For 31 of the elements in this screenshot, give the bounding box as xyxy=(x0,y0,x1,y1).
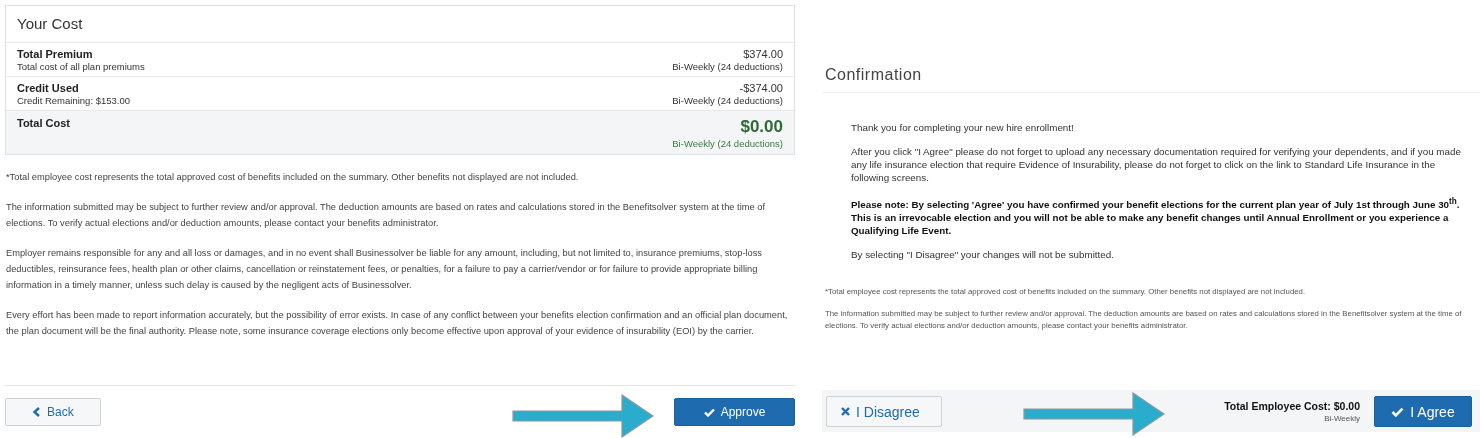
cost-description: Total cost of all plan premiums xyxy=(17,61,145,72)
cost-label: Total Cost xyxy=(17,117,70,129)
cost-frequency: Bi-Weekly xyxy=(1324,414,1360,423)
cost-description: Credit Remaining: $153.00 xyxy=(17,95,130,106)
cost-amount: -$374.00 xyxy=(739,82,783,94)
agree-button[interactable]: I Agree xyxy=(1374,396,1472,427)
cost-label: Credit Used xyxy=(17,82,80,94)
card-title: Your Cost xyxy=(6,6,794,43)
cost-label: Total Premium xyxy=(17,48,94,60)
confirmation-text: Thank you for completing your new hire enrollment! xyxy=(851,121,1075,134)
checkmark-icon xyxy=(1391,406,1405,417)
approve-button[interactable]: Approve xyxy=(674,398,795,426)
confirmation-text: After you click "I Agree" please do not forget to upload any necessary documentation required for verifying your dependents, and if you made any life insurance election that require Evidence of Insurability, please do not forget to click on the link to Standard Life Insurance in the following screens. xyxy=(851,145,1462,184)
cost-frequency: Bi-Weekly (24 deductions) xyxy=(672,95,783,106)
disclaimer-text: *Total employee cost represents the total approved cost of benefits included on the summary. Other benefits not displayed are not included. xyxy=(5,171,580,184)
total-amount: $0.00 xyxy=(740,117,783,137)
disagree-button[interactable]: I Disagree xyxy=(826,396,942,427)
close-icon xyxy=(841,407,850,416)
confirmation-text: By selecting "I Disagree" your changes will not be submitted. xyxy=(851,248,1115,262)
back-button[interactable]: Back xyxy=(5,398,101,426)
chevron-left-icon xyxy=(32,407,41,417)
cost-frequency: Bi-Weekly (24 deductions) xyxy=(672,138,783,149)
checkmark-icon xyxy=(703,407,715,417)
disclaimer-text: The information submitted may be subject to further review and/or approval. The deduction amounts are based on rates and calculations stored in the Benefitsolver system at the time of elections. To verify actual elections and/or deduction amounts, please contact your benefits administrator. xyxy=(5,201,766,230)
disclaimer-text: Employer remains responsible for any and all loss or damages, and in no event shall Businessolver be liable for any amount, including, but not limited to, insurance premiums, stop-loss deductibles, reinsurance fees, health plan or other claims, cancellation or reinstatement fees, or penalties, for a failure to pay a carrier/vendor or for failure to provide appropriate billing information in a timely manner, unless such delay is caused by the negligent acts of Businessolver. xyxy=(5,247,764,292)
cost-amount: $374.00 xyxy=(743,48,783,60)
cost-frequency: Bi-Weekly (24 deductions) xyxy=(672,61,783,72)
disclaimer-text: Every effort has been made to report information accurately, but the possibility of error exists. In case of any conflict between your benefits election confirmation and an official plan document, the plan document will be the final authority. Please note, some insurance coverage elections only become effective upon approval of your evidence of insurability (EOI) by the carrier. xyxy=(5,309,789,338)
total-employee-cost: Total Employee Cost: $0.00 xyxy=(1224,400,1360,412)
confirmation-text: Please note: By selecting 'Agree' you have confirmed your benefit elections for the current plan year of July 1st through June 30$^{th}$. This is an irrevocable election and you will not be able to make any benefit changes until Annual Enrollment or you experience a Qualifying Life Event. xyxy=(851,196,1461,238)
page-title: Confirmation xyxy=(822,66,1480,93)
